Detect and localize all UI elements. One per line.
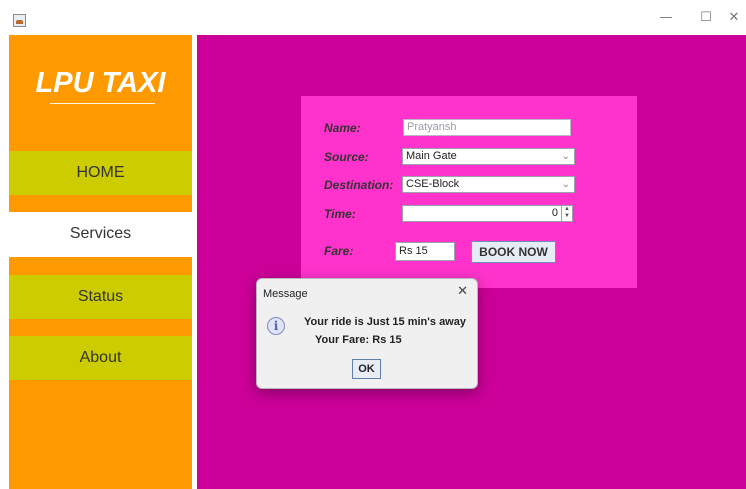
sidebar-item-label: About <box>79 349 122 366</box>
time-spinner[interactable]: 0 ▲ ▼ <box>402 205 573 222</box>
sidebar-item-services[interactable]: Services <box>9 212 192 257</box>
sidebar: LPU TAXI HOME Services Status About <box>9 35 192 489</box>
name-field[interactable]: Pratyansh <box>403 119 571 136</box>
dialog-message-line1: Your ride is Just 15 min's away <box>304 316 466 328</box>
app-logo: LPU TAXI <box>35 67 166 99</box>
window-titlebar: — ☐ ✕ <box>0 0 746 35</box>
spinner-arrows[interactable]: ▲ ▼ <box>561 206 572 221</box>
close-window-button[interactable]: ✕ <box>722 6 746 30</box>
fare-label: Fare: <box>324 244 354 258</box>
destination-value: CSE-Block <box>406 178 460 190</box>
book-now-button[interactable]: BOOK NOW <box>471 241 556 263</box>
main-content: Name: Pratyansh Source: Main Gate ⌄ Dest… <box>197 35 746 489</box>
ok-button[interactable]: OK <box>352 359 381 379</box>
time-label: Time: <box>324 207 356 221</box>
sidebar-item-about[interactable]: About <box>9 336 192 380</box>
chevron-down-icon: ⌄ <box>561 179 570 190</box>
destination-dropdown[interactable]: CSE-Block ⌄ <box>402 176 575 193</box>
sidebar-item-status[interactable]: Status <box>9 275 192 319</box>
spinner-down-icon[interactable]: ▼ <box>562 213 572 220</box>
name-label: Name: <box>324 121 361 135</box>
minimize-button[interactable]: — <box>650 6 682 30</box>
maximize-button[interactable]: ☐ <box>690 6 722 30</box>
booking-form: Name: Pratyansh Source: Main Gate ⌄ Dest… <box>301 96 637 288</box>
dialog-close-button[interactable]: ✕ <box>457 284 468 299</box>
source-label: Source: <box>324 150 369 164</box>
sidebar-item-home[interactable]: HOME <box>9 151 192 195</box>
time-value: 0 <box>551 207 558 219</box>
spinner-up-icon[interactable]: ▲ <box>562 206 572 213</box>
java-app-icon <box>13 14 26 27</box>
sidebar-item-label: Status <box>77 288 124 305</box>
fare-field[interactable]: Rs 15 <box>395 242 455 261</box>
sidebar-item-label: Services <box>69 225 132 242</box>
chevron-down-icon: ⌄ <box>561 151 570 162</box>
destination-label: Destination: <box>324 178 394 192</box>
source-dropdown[interactable]: Main Gate ⌄ <box>402 148 575 165</box>
message-dialog: Message ✕ i Your ride is Just 15 min's a… <box>256 278 478 389</box>
dialog-title: Message <box>263 288 308 300</box>
info-icon: i <box>267 317 285 335</box>
sidebar-item-label: HOME <box>76 164 125 181</box>
dialog-message-line2: Your Fare: Rs 15 <box>315 334 402 346</box>
logo-underline <box>50 103 155 104</box>
source-value: Main Gate <box>406 150 457 162</box>
